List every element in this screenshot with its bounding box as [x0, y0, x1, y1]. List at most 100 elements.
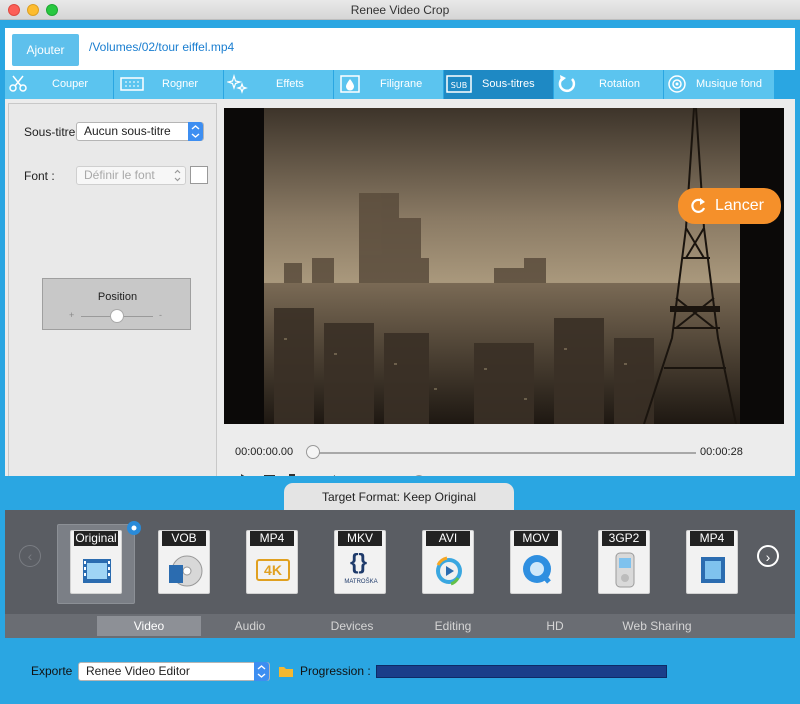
total-time: 00:00:28	[700, 446, 743, 458]
format-label: 3GP2	[602, 531, 646, 546]
output-area: Target Format: Keep Original ‹ Original …	[0, 476, 800, 684]
tab-rotation[interactable]: Rotation	[554, 70, 664, 99]
format-label: MP4	[690, 531, 734, 546]
video-preview	[224, 108, 784, 424]
format-mp4-4k[interactable]: 4K MP4	[246, 530, 298, 594]
progress-label: Progression :	[300, 664, 371, 678]
subtitle-icon: SUB	[446, 75, 472, 93]
timeline-knob[interactable]	[306, 445, 320, 459]
format-label: VOB	[162, 531, 206, 546]
format-original[interactable]: Original	[70, 521, 141, 594]
refresh-icon	[691, 198, 706, 213]
format-mov[interactable]: MOV	[510, 530, 562, 594]
format-mkv[interactable]: {} MATROŠKA MKV	[334, 530, 386, 594]
updown-chevron-icon	[254, 662, 269, 681]
format-label: AVI	[426, 531, 470, 546]
tab-label: Effets	[276, 78, 304, 90]
film-icon	[701, 557, 725, 583]
launch-button-label: Lancer	[715, 197, 764, 214]
window-title: Renee Video Crop	[350, 3, 450, 17]
subtitle-settings-panel: Sous-titre Aucun sous-titre Font : Défin…	[8, 103, 217, 492]
subtitle-select-value: Aucun sous-titre	[84, 124, 171, 138]
format-sub-label: 4K	[256, 559, 290, 581]
zoom-window-button[interactable]	[46, 4, 58, 16]
tab-label: Musique fond	[696, 78, 763, 90]
position-min-label: +	[69, 310, 75, 320]
preview-panel: 00:00:00.00 00:00:28	[222, 103, 790, 492]
tab-label: Rogner	[162, 78, 199, 90]
category-hd[interactable]: HD	[539, 619, 571, 633]
file-header: Ajouter /Volumes/02/tour eiffel.mp4	[5, 28, 795, 70]
export-select[interactable]: Renee Video Editor	[78, 662, 270, 681]
folder-icon[interactable]	[278, 664, 294, 678]
format-vob[interactable]: VOB	[158, 530, 210, 594]
tab-rogner[interactable]: Rogner	[114, 70, 224, 99]
timeline-row: 00:00:00.00 00:00:28	[222, 443, 790, 463]
format-sub-label: MATROŠKA	[344, 579, 378, 585]
tab-musique-fond[interactable]: Musique fond	[664, 70, 775, 99]
position-max-label: -	[159, 310, 162, 320]
tab-effets[interactable]: Effets	[224, 70, 334, 99]
close-window-button[interactable]	[8, 4, 20, 16]
music-icon	[668, 75, 686, 93]
tab-label: Sous-titres	[482, 78, 535, 90]
tab-filigrane[interactable]: Filigrane	[334, 70, 444, 99]
minimize-window-button[interactable]	[27, 4, 39, 16]
film-icon	[83, 559, 111, 583]
export-row: Exporte Renee Video Editor Progression :	[0, 662, 800, 684]
format-strip: ‹ Original VOB 4K MP4 {} MATROŠKA MKV AV…	[5, 510, 795, 638]
font-select[interactable]: Définir le font	[76, 166, 186, 185]
svg-text:SUB: SUB	[451, 81, 467, 90]
export-progress-bar	[376, 665, 667, 678]
position-control: Position + -	[42, 278, 191, 330]
gear-icon[interactable]	[126, 520, 142, 536]
content-area: Sous-titre Aucun sous-titre Font : Défin…	[5, 99, 795, 496]
chevron-right-icon[interactable]: ›	[757, 545, 779, 567]
tab-sous-titres[interactable]: SUB Sous-titres	[444, 70, 554, 99]
video-frame-image	[224, 108, 784, 424]
font-select-placeholder: Définir le font	[84, 168, 155, 182]
phone-icon	[615, 552, 635, 588]
position-slider-knob[interactable]	[110, 309, 124, 323]
category-video[interactable]: Video	[97, 616, 201, 636]
disc-icon	[169, 555, 203, 587]
sparkle-icon	[227, 74, 248, 94]
launch-button[interactable]: Lancer	[678, 188, 781, 224]
format-avi[interactable]: AVI	[422, 530, 474, 594]
title-bar: Renee Video Crop	[0, 0, 800, 20]
file-path: /Volumes/02/tour eiffel.mp4	[89, 40, 235, 54]
rotate-icon	[558, 75, 576, 93]
crop-icon	[120, 77, 144, 91]
watermark-icon	[340, 75, 360, 93]
timeline-track[interactable]	[307, 452, 696, 454]
tab-label: Rotation	[599, 78, 640, 90]
tool-tabs: Couper Rogner Effets Filigrane SUB Sous-…	[5, 70, 795, 99]
category-audio[interactable]: Audio	[227, 619, 273, 633]
chevron-left-icon[interactable]: ‹	[19, 545, 41, 567]
scissors-icon	[9, 75, 27, 92]
font-color-swatch[interactable]	[190, 166, 208, 184]
add-file-button[interactable]: Ajouter	[12, 34, 79, 66]
format-categories: Video Audio Devices Editing HD Web Shari…	[5, 614, 795, 638]
updown-chevron-icon	[172, 167, 183, 189]
export-select-value: Renee Video Editor	[86, 664, 190, 678]
category-web-sharing[interactable]: Web Sharing	[615, 619, 699, 633]
braces-icon: {}	[350, 549, 368, 574]
format-label: MP4	[250, 531, 294, 546]
subtitle-label: Sous-titre	[24, 125, 76, 139]
target-format-tab[interactable]: Target Format: Keep Original	[284, 483, 514, 511]
font-label: Font :	[24, 169, 55, 183]
category-editing[interactable]: Editing	[425, 619, 481, 633]
media-player-icon	[436, 556, 462, 586]
tab-couper[interactable]: Couper	[5, 70, 114, 99]
tab-label: Couper	[52, 78, 89, 90]
current-time: 00:00:00.00	[235, 446, 294, 458]
updown-chevron-icon	[188, 122, 203, 141]
format-3gp2[interactable]: 3GP2	[598, 530, 650, 594]
export-label: Exporte	[31, 664, 73, 678]
tab-label: Filigrane	[380, 78, 423, 90]
category-devices[interactable]: Devices	[321, 619, 383, 633]
subtitle-select[interactable]: Aucun sous-titre	[76, 122, 204, 141]
format-mp4[interactable]: MP4	[686, 530, 738, 594]
format-label: MKV	[338, 531, 382, 546]
